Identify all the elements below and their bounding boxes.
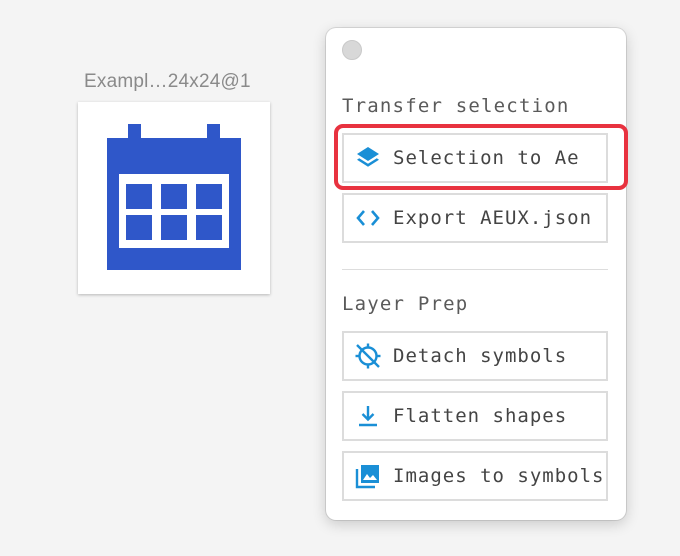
calendar-icon [107,124,241,270]
detach-symbols-button[interactable]: Detach symbols [342,331,608,381]
close-button[interactable] [342,40,362,60]
selection-to-ae-button[interactable]: Selection to Ae [342,133,608,183]
artboard[interactable] [78,102,270,294]
aeux-panel: Transfer selection Selection to Ae Expor… [326,28,626,520]
detach-crosshair-icon [354,342,382,370]
detach-symbols-label: Detach symbols [393,345,568,367]
flatten-shapes-label: Flatten shapes [393,405,568,427]
canvas: Exampl…24x24@1 Transfer selection Select… [0,0,680,556]
section-divider [342,269,608,270]
code-brackets-icon [354,204,382,232]
image-stack-icon [354,462,382,490]
images-to-symbols-button[interactable]: Images to symbols [342,451,608,501]
images-to-symbols-label: Images to symbols [393,465,605,487]
section-title-layer-prep: Layer Prep [342,293,469,315]
selection-to-ae-label: Selection to Ae [393,147,580,169]
download-arrow-icon [354,402,382,430]
export-aeux-json-label: Export AEUX.json [393,207,593,229]
export-aeux-json-button[interactable]: Export AEUX.json [342,193,608,243]
layers-icon [354,144,382,172]
section-title-transfer-selection: Transfer selection [342,95,570,117]
artboard-label[interactable]: Exampl…24x24@1 [84,71,251,93]
flatten-shapes-button[interactable]: Flatten shapes [342,391,608,441]
